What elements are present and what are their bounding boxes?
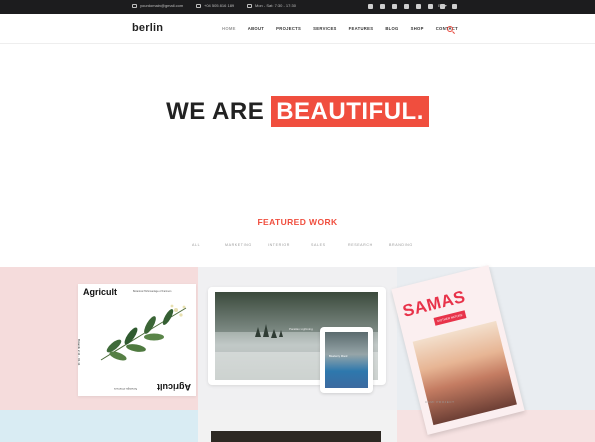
nav-shop[interactable]: SHOP [411, 26, 424, 31]
mail-icon [132, 3, 137, 8]
nav-home[interactable]: HOME [222, 26, 236, 31]
site-header: berlin HOME ABOUT PROJECTS SERVICES FEAT… [0, 14, 595, 44]
phone-text: +04 505 816 189 [204, 3, 235, 8]
portfolio-dark-card[interactable] [211, 431, 381, 442]
top-bar: yourdomain@gmail.com +04 505 816 189 Mon… [0, 0, 595, 14]
linkedin-icon[interactable] [452, 4, 457, 9]
language-selector[interactable]: EN ▾ [438, 3, 447, 8]
filter-branding[interactable]: BRANDING [389, 243, 413, 247]
nav-services[interactable]: SERVICES [313, 26, 337, 31]
nav-about[interactable]: ABOUT [248, 26, 264, 31]
botanic-bottom-subtitle: Sonelogie of farmers [114, 387, 138, 390]
hours-text: Mon - Sat: 7:30 - 17:30 [255, 3, 296, 8]
tablet-screen-text: Blueberry Mood [329, 355, 348, 358]
instagram-icon[interactable] [404, 4, 409, 9]
magazine-caption: CAMI PROJECT [425, 400, 455, 404]
hours-contact: Mon - Sat: 7:30 - 17:30 [247, 3, 296, 8]
main-nav: HOME ABOUT PROJECTS SERVICES FEATURES BL… [222, 26, 470, 31]
email-contact[interactable]: yourdomain@gmail.com [132, 3, 183, 8]
chevron-down-icon: ▾ [444, 3, 447, 8]
botanic-title: Agricult [83, 287, 118, 297]
botanic-branch-illustration [100, 304, 187, 361]
nav-features[interactable]: FEATURES [349, 26, 374, 31]
hero-text-plain: WE ARE [166, 97, 265, 125]
flickr-icon[interactable] [416, 4, 421, 9]
twitter-icon[interactable] [368, 4, 373, 9]
pinterest-icon[interactable] [380, 4, 385, 9]
botanic-bottom-title: Agricult [156, 382, 191, 392]
phone-icon [196, 3, 201, 8]
nav-projects[interactable]: PROJECTS [276, 26, 301, 31]
botanic-poster: Agricult Botanical Hofsmanlage of Farmer… [77, 284, 196, 396]
vimeo-icon[interactable] [428, 4, 433, 9]
search-icon[interactable] [447, 26, 453, 32]
hero-heading: WE ARE BEAUTIFUL. [166, 96, 429, 127]
grid-cell-4[interactable] [0, 410, 198, 442]
portfolio-filters: ALL MARKETING INTERIOR SALES RESEARCH BR… [0, 243, 595, 251]
featured-title: FEATURED WORK [257, 217, 338, 227]
site-logo[interactable]: berlin [132, 22, 163, 34]
tablet-mockup: Blueberry Mood [320, 327, 373, 393]
nav-blog[interactable]: BLOG [385, 26, 398, 31]
clock-icon [247, 3, 252, 8]
botanic-side-text: Botanik 2.11 - 01.11 [77, 339, 81, 366]
filter-research[interactable]: RESEARCH [348, 243, 373, 247]
tablet-screen [325, 332, 368, 388]
filter-all[interactable]: ALL [192, 243, 200, 247]
email-text[interactable]: yourdomain@gmail.com [140, 3, 183, 8]
phone-contact: +04 505 816 189 [196, 3, 234, 8]
magazine-photo [412, 320, 517, 426]
laptop-screen-text: Parallax Lightning [289, 327, 313, 331]
filter-sales[interactable]: SALES [311, 243, 326, 247]
hero-text-highlight: BEAUTIFUL. [271, 96, 429, 127]
botanic-subtitle: Botanical Hofsmanlage of Farmers [133, 290, 172, 293]
filter-marketing[interactable]: MARKETING [225, 243, 252, 247]
hero-section: WE ARE BEAUTIFUL. [0, 96, 595, 127]
filter-interior[interactable]: INTERIOR [268, 243, 290, 247]
language-label: EN [438, 3, 444, 8]
facebook-icon[interactable] [392, 4, 397, 9]
